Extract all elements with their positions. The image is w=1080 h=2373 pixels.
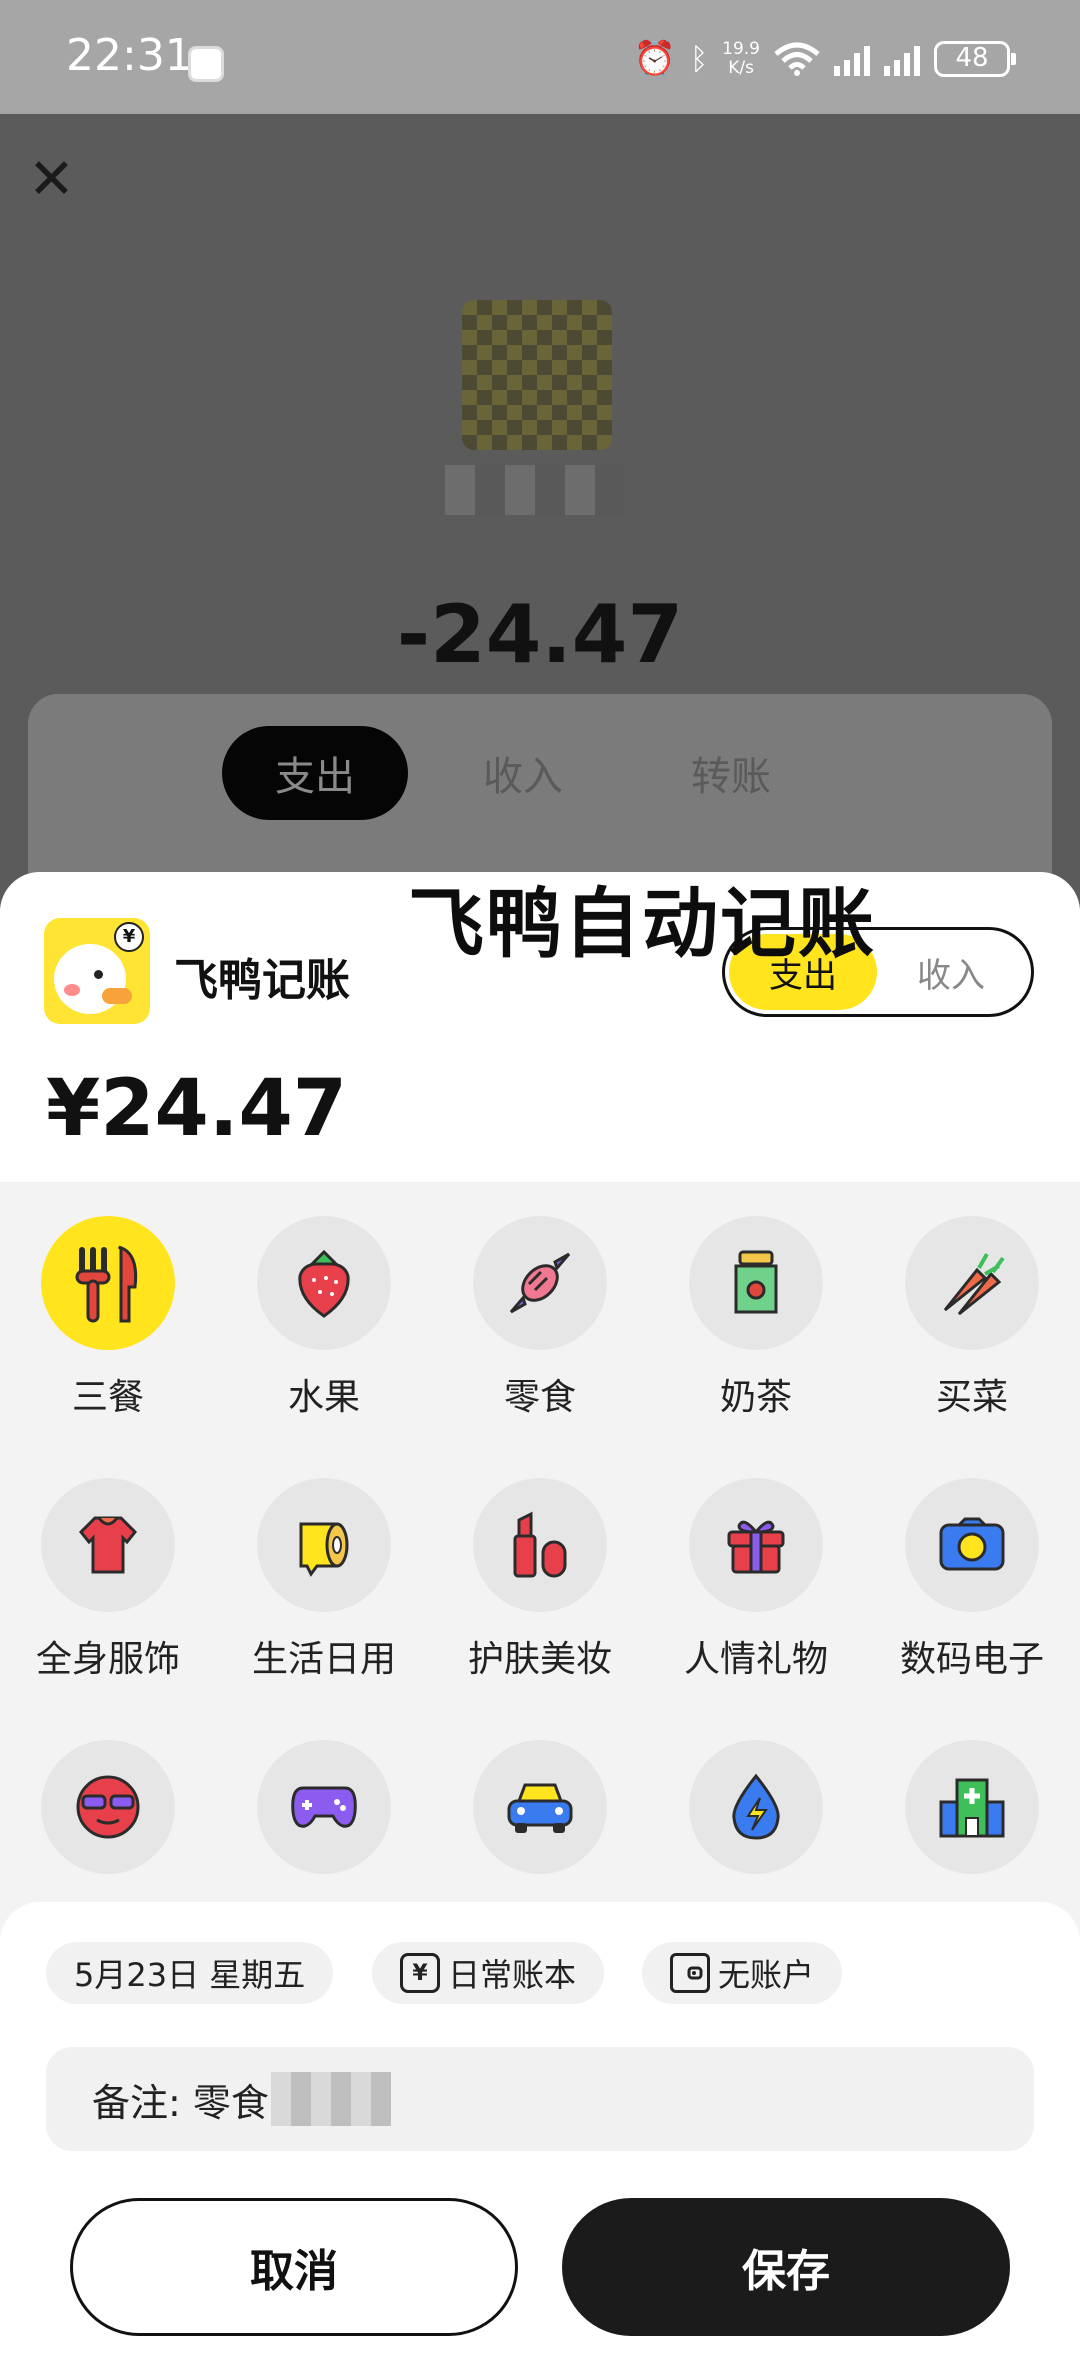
ledger-icon: ¥	[400, 1953, 440, 1993]
note-field[interactable]: 备注: 零食	[46, 2047, 1034, 2151]
category-label: 护肤美妆	[467, 1639, 612, 1680]
account-chip-label: 无账户	[718, 1956, 815, 1994]
car-icon	[507, 1783, 573, 1833]
gamepad-icon	[291, 1786, 357, 1828]
category-transport[interactable]	[432, 1740, 648, 1892]
candy-icon	[509, 1252, 571, 1314]
category-label: 全身服饰	[35, 1639, 180, 1680]
cancel-button[interactable]: 取消	[70, 2198, 518, 2336]
category-entertainment[interactable]	[0, 1740, 216, 1892]
battery-icon: 48	[934, 41, 1016, 77]
close-icon[interactable]: ✕	[28, 150, 75, 210]
status-bar: 22:31 ⏰ ᛒ 19.9 K/s 48	[0, 0, 1080, 114]
amount-display: ¥24.47	[46, 1064, 347, 1154]
bottom-panel: 5月23日 星期五 ¥ 日常账本 无账户 备注: 零食 取消 保存	[0, 1902, 1080, 2373]
category-label: 零食	[503, 1377, 576, 1418]
category-utilities[interactable]	[648, 1740, 864, 1892]
app-name: 飞鸭记账	[174, 955, 350, 1006]
wallet-icon	[670, 1953, 710, 1993]
clothing-icon	[78, 1516, 138, 1574]
note-text: 备注: 零食	[92, 2080, 269, 2125]
bg-tab-expense[interactable]: 支出	[222, 726, 408, 820]
signal-icon	[884, 42, 920, 76]
account-chip[interactable]: 无账户	[642, 1942, 843, 2004]
note-blurred-text	[270, 2072, 391, 2126]
type-income-option[interactable]: 收入	[877, 934, 1025, 1010]
strawberry-icon	[298, 1249, 350, 1318]
category-clothing[interactable]: 全身服饰	[0, 1478, 216, 1682]
ledger-chip-label: 日常账本	[448, 1956, 577, 1994]
ledger-chip[interactable]: ¥ 日常账本	[372, 1942, 605, 2004]
date-chip-label: 5月23日 星期五	[74, 1956, 306, 1994]
notification-app-icon	[188, 46, 224, 82]
category-games[interactable]	[216, 1740, 432, 1892]
overlay-title: 飞鸭自动记账	[408, 879, 876, 968]
app-logo: ¥	[44, 918, 150, 1024]
network-speed: 19.9 K/s	[722, 40, 760, 78]
signal-icon	[834, 42, 870, 76]
save-button[interactable]: 保存	[562, 2198, 1010, 2336]
camera-icon	[939, 1517, 1005, 1571]
category-digital[interactable]: 数码电子	[864, 1478, 1080, 1682]
category-milk-tea[interactable]: 奶茶	[648, 1216, 864, 1420]
utensils-icon	[75, 1245, 138, 1323]
bluetooth-icon: ᛒ	[690, 41, 709, 77]
category-meals[interactable]: 三餐	[0, 1216, 216, 1420]
category-label: 生活日用	[251, 1639, 396, 1680]
category-fruit[interactable]: 水果	[216, 1216, 432, 1420]
merchant-avatar	[462, 300, 612, 450]
milk-tea-icon	[734, 1250, 778, 1314]
gift-icon	[727, 1520, 785, 1574]
category-gifts[interactable]: 人情礼物	[648, 1478, 864, 1682]
category-groceries[interactable]: 买菜	[864, 1216, 1080, 1420]
category-label: 买菜	[935, 1377, 1008, 1418]
water-electric-icon	[732, 1773, 780, 1840]
merchant-name-blurred	[445, 465, 625, 515]
lipstick-icon	[513, 1511, 567, 1578]
hospital-icon	[939, 1778, 1005, 1838]
wifi-icon	[774, 42, 820, 76]
alarm-icon: ⏰	[633, 39, 677, 79]
vegetable-icon	[943, 1253, 1005, 1316]
category-cosmetics[interactable]: 护肤美妆	[432, 1478, 648, 1682]
tissue-roll-icon	[299, 1522, 349, 1577]
bg-tab-income[interactable]: 收入	[430, 726, 616, 820]
category-label: 奶茶	[719, 1377, 792, 1418]
network-speed-unit: K/s	[728, 58, 754, 78]
network-speed-value: 19.9	[722, 39, 760, 59]
date-chip[interactable]: 5月23日 星期五	[46, 1942, 334, 2004]
bg-tab-transfer[interactable]: 转账	[638, 726, 824, 820]
category-label: 人情礼物	[683, 1639, 828, 1680]
category-label: 三餐	[71, 1377, 144, 1418]
category-snacks[interactable]: 零食	[432, 1216, 648, 1420]
status-icons: ⏰ ᛒ 19.9 K/s 48	[633, 34, 1016, 84]
category-label: 数码电子	[899, 1639, 1044, 1680]
status-time: 22:31	[66, 30, 193, 81]
category-medical[interactable]	[864, 1740, 1080, 1892]
category-daily-use[interactable]: 生活日用	[216, 1478, 432, 1682]
category-label: 水果	[287, 1377, 360, 1418]
sunglasses-face-icon	[76, 1775, 140, 1839]
background-amount: -24.47	[396, 588, 684, 681]
